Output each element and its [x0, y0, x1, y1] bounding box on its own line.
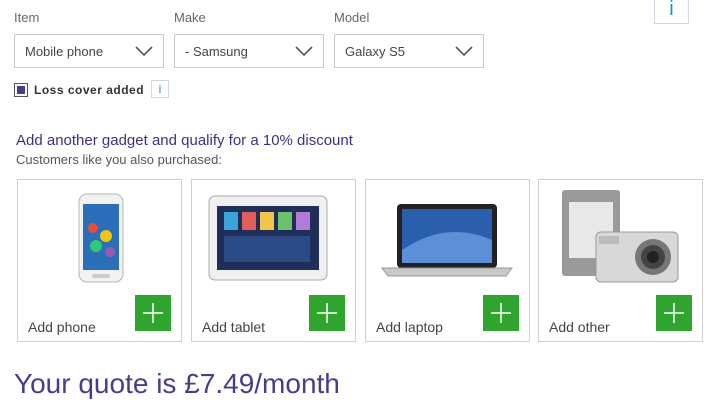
- plus-icon: [664, 303, 684, 323]
- model-select-value: Galaxy S5: [345, 43, 405, 59]
- plus-icon: [143, 303, 163, 323]
- make-label: Make: [174, 10, 206, 25]
- info-icon: i: [158, 82, 162, 96]
- gadget-card-tablet[interactable]: Add tablet: [191, 179, 356, 342]
- chevron-down-icon: [455, 46, 473, 57]
- quote-summary: Your quote is £7.49/month: [14, 368, 340, 399]
- gadget-label: Add laptop: [376, 319, 443, 335]
- gadget-card-phone[interactable]: Add phone: [17, 179, 182, 342]
- make-select[interactable]: - Samsung: [174, 34, 324, 68]
- chevron-down-icon: [295, 46, 313, 57]
- info-icon: i: [669, 0, 674, 20]
- phone-image: [78, 193, 124, 283]
- checkbox-check-icon: [17, 86, 25, 94]
- gadget-label: Add phone: [28, 319, 96, 335]
- loss-cover-label: Loss cover added: [34, 83, 145, 97]
- promo-headline: Add another gadget and qualify for a 10%…: [16, 132, 353, 149]
- loss-cover-info-button[interactable]: i: [151, 80, 169, 98]
- gadget-card-other[interactable]: Add other: [538, 179, 703, 342]
- add-other-button[interactable]: [656, 295, 692, 331]
- model-select[interactable]: Galaxy S5: [334, 34, 484, 68]
- plus-icon: [317, 303, 337, 323]
- item-select[interactable]: Mobile phone: [14, 34, 164, 68]
- model-label: Model: [334, 10, 370, 25]
- ereader-camera-image: [562, 190, 679, 283]
- add-laptop-button[interactable]: [483, 295, 519, 331]
- make-select-value: - Samsung: [185, 43, 248, 59]
- gadget-label: Add tablet: [202, 319, 266, 335]
- gadget-label: Add other: [549, 319, 610, 335]
- add-tablet-button[interactable]: [309, 295, 345, 331]
- item-select-value: Mobile phone: [25, 43, 104, 59]
- laptop-image: [381, 204, 513, 277]
- chevron-down-icon: [135, 46, 153, 57]
- gadget-card-laptop[interactable]: Add laptop: [365, 179, 530, 342]
- add-phone-button[interactable]: [135, 295, 171, 331]
- item-label: Item: [14, 10, 40, 25]
- tablet-image: [208, 195, 328, 281]
- plus-icon: [491, 303, 511, 323]
- top-info-button[interactable]: i: [654, 0, 689, 24]
- promo-subline: Customers like you also purchased:: [16, 152, 222, 167]
- loss-cover-checkbox[interactable]: [14, 83, 28, 97]
